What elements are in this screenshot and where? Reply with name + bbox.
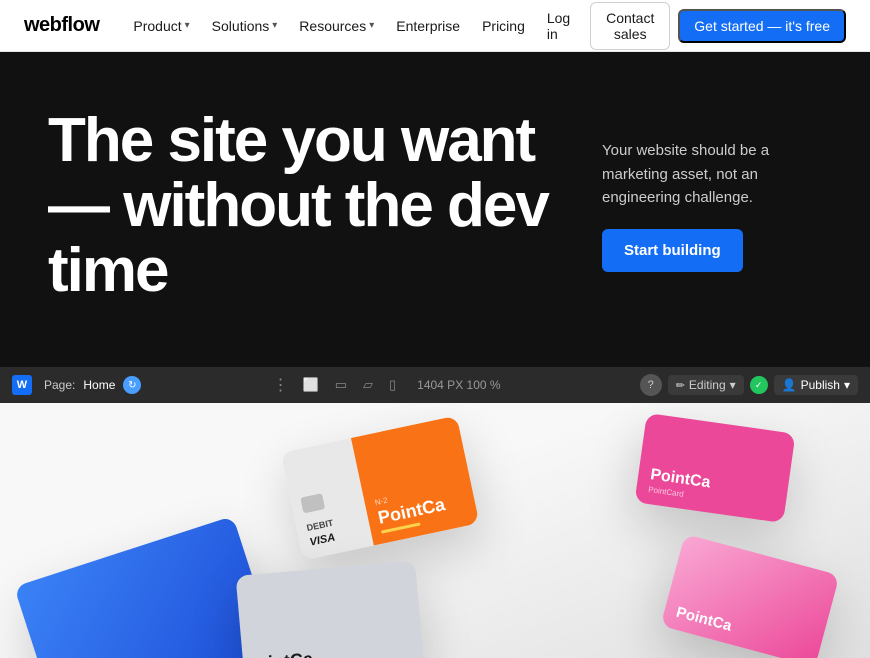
nav-links: Product ▾ Solutions ▾ Resources ▾ Enterp… bbox=[123, 12, 534, 40]
hero-section: The site you want — without the dev time… bbox=[0, 52, 870, 367]
editing-mode[interactable]: ✏ Editing ▾ bbox=[668, 375, 744, 395]
get-started-button[interactable]: Get started — it's free bbox=[678, 9, 846, 43]
editor-toolbar: W Page: Home ↻ ⋮ ⬜ ▭ ▱ ▯ 1404 PX 100 % ?… bbox=[0, 367, 870, 403]
logo[interactable]: webflow bbox=[24, 14, 99, 37]
card-name: ointCa bbox=[256, 642, 409, 658]
card-name: PointCa bbox=[675, 605, 810, 655]
chevron-down-icon: ▾ bbox=[844, 378, 850, 392]
mobile-portrait-icon[interactable]: ▯ bbox=[384, 374, 401, 396]
canvas-size: 1404 PX 100 % bbox=[417, 378, 500, 392]
hero-subtitle: Your website should be a marketing asset… bbox=[602, 139, 822, 209]
desktop-icon[interactable]: ⬜ bbox=[298, 374, 324, 396]
start-building-button[interactable]: Start building bbox=[602, 229, 743, 272]
nav-item-resources[interactable]: Resources ▾ bbox=[289, 12, 384, 40]
nav-item-solutions[interactable]: Solutions ▾ bbox=[202, 12, 288, 40]
mobile-landscape-icon[interactable]: ▱ bbox=[358, 374, 378, 396]
page-name[interactable]: Home bbox=[83, 378, 115, 392]
hero-right: Your website should be a marketing asset… bbox=[602, 139, 822, 272]
nav-item-product[interactable]: Product ▾ bbox=[123, 12, 199, 40]
card-orange-white: DEBIT VISA N-2 PointCa bbox=[281, 416, 480, 561]
refresh-icon[interactable]: ↻ bbox=[123, 376, 141, 394]
help-icon[interactable]: ? bbox=[640, 374, 662, 396]
card-chip bbox=[300, 493, 325, 513]
chevron-down-icon: ▾ bbox=[185, 20, 190, 31]
hero-title: The site you want — without the dev time bbox=[48, 108, 562, 303]
contact-sales-button[interactable]: Contact sales bbox=[590, 2, 670, 50]
chevron-down-icon: ▾ bbox=[369, 20, 374, 31]
chevron-down-icon: ▾ bbox=[730, 378, 736, 392]
tablet-icon[interactable]: ▭ bbox=[330, 374, 352, 396]
canvas-content: DEBIT VISA N-2 PointCa PointCa PointCard… bbox=[0, 403, 870, 658]
login-link[interactable]: Log in bbox=[535, 4, 582, 48]
cards-scene: DEBIT VISA N-2 PointCa PointCa PointCard… bbox=[0, 403, 870, 658]
webflow-editor-logo: W bbox=[12, 375, 32, 395]
device-switcher: ⬜ ▭ ▱ ▯ bbox=[298, 374, 402, 396]
nav-item-enterprise[interactable]: Enterprise bbox=[386, 12, 470, 40]
hero-left: The site you want — without the dev time bbox=[48, 108, 562, 303]
status-indicator: ✓ bbox=[750, 376, 768, 394]
editor-right-controls: ? ✏ Editing ▾ ✓ 👤 Publish ▾ bbox=[640, 374, 858, 396]
pen-icon: ✏ bbox=[676, 379, 685, 392]
nav-item-pricing[interactable]: Pricing bbox=[472, 12, 535, 40]
user-icon: 👤 bbox=[782, 378, 797, 392]
card-pink2: PointCa bbox=[660, 534, 839, 658]
page-label: Page: bbox=[44, 378, 75, 392]
publish-button[interactable]: 👤 Publish ▾ bbox=[774, 375, 858, 395]
card-gray: ointCa bbox=[236, 561, 425, 658]
navbar: webflow Product ▾ Solutions ▾ Resources … bbox=[0, 0, 870, 52]
chevron-down-icon: ▾ bbox=[272, 20, 277, 31]
more-options-icon[interactable]: ⋮ bbox=[273, 375, 290, 395]
card-pink: PointCa PointCard bbox=[634, 413, 795, 523]
canvas-area: DEBIT VISA N-2 PointCa PointCa PointCard… bbox=[0, 403, 870, 658]
nav-right: Log in Contact sales Get started — it's … bbox=[535, 2, 846, 50]
